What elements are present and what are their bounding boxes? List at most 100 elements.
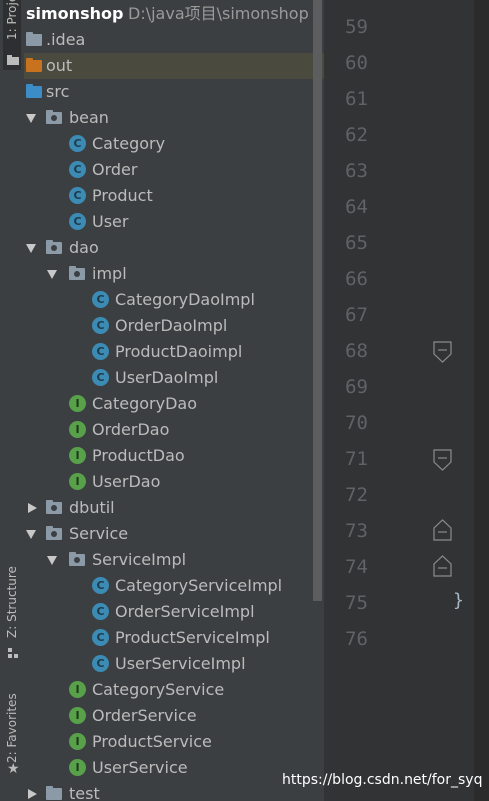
tree-label: dao xyxy=(69,238,99,257)
tree-row-class[interactable]: C OrderDaoImpl xyxy=(24,313,324,339)
tree-label: UserDaoImpl xyxy=(115,368,219,387)
code-closing-brace: } xyxy=(453,590,464,611)
class-icon: C xyxy=(92,577,109,594)
fold-end-icon[interactable] xyxy=(433,519,452,541)
tree-row-class[interactable]: C ProductServiceImpl xyxy=(24,625,324,651)
tree-row-interface[interactable]: I UserService xyxy=(24,755,324,781)
interface-icon: I xyxy=(69,681,86,698)
tree-row-class[interactable]: C ProductDaoimpl xyxy=(24,339,324,365)
tree-row-class[interactable]: C OrderServiceImpl xyxy=(24,599,324,625)
class-icon: C xyxy=(92,291,109,308)
fold-start-icon[interactable] xyxy=(433,341,452,363)
interface-icon: I xyxy=(69,421,86,438)
line-number: 67 xyxy=(345,304,368,326)
line-number: 62 xyxy=(345,124,368,146)
tree-row-project-root[interactable]: simonshop D:\java项目\simonshop xyxy=(24,1,324,27)
line-number: 63 xyxy=(345,160,368,182)
tree-label: ProductServiceImpl xyxy=(115,628,270,647)
chevron-right-icon[interactable] xyxy=(28,789,37,799)
tree-row-interface[interactable]: I ProductDao xyxy=(24,443,324,469)
chevron-down-icon[interactable] xyxy=(26,530,36,539)
tree-row-class[interactable]: C UserDaoImpl xyxy=(24,365,324,391)
tree-label: UserDao xyxy=(92,472,161,491)
tree-row-serviceimpl[interactable]: ServiceImpl xyxy=(24,547,324,573)
tab-structure[interactable]: Z: Structure xyxy=(3,560,21,660)
package-icon xyxy=(69,266,85,280)
chevron-down-icon[interactable] xyxy=(47,556,57,565)
tree-row-interface[interactable]: I CategoryDao xyxy=(24,391,324,417)
line-number: 75 xyxy=(345,592,368,614)
tree-label: UserServiceImpl xyxy=(115,654,246,673)
tree-label: .idea xyxy=(46,30,86,49)
tree-row-idea[interactable]: .idea xyxy=(24,27,324,53)
tree-row-interface[interactable]: I OrderService xyxy=(24,703,324,729)
tree-row-class[interactable]: C UserServiceImpl xyxy=(24,651,324,677)
chevron-down-icon[interactable] xyxy=(26,114,36,123)
tree-label: OrderServiceImpl xyxy=(115,602,255,621)
folder-icon xyxy=(26,32,42,46)
tree-row-interface[interactable]: I CategoryService xyxy=(24,677,324,703)
tree-row-service[interactable]: Service xyxy=(24,521,324,547)
tree-row-class[interactable]: C Order xyxy=(24,157,324,183)
interface-icon: I xyxy=(69,395,86,412)
tree-row-class[interactable]: C Product xyxy=(24,183,324,209)
chevron-down-icon[interactable] xyxy=(26,244,36,253)
package-icon xyxy=(46,110,62,124)
tree-label: ProductDao xyxy=(92,446,185,465)
project-name: simonshop xyxy=(26,4,124,23)
tab-project[interactable]: 1: Project xyxy=(3,0,21,70)
class-icon: C xyxy=(92,655,109,672)
tree-row-dao[interactable]: dao xyxy=(24,235,324,261)
line-number: 72 xyxy=(345,484,368,506)
tree-label: CategoryService xyxy=(92,680,225,699)
structure-icon xyxy=(7,644,19,658)
tree-label: test xyxy=(69,784,100,801)
tree-row-impl[interactable]: impl xyxy=(24,261,324,287)
watermark: https://blog.csdn.net/for_syq xyxy=(282,772,483,788)
fold-start-icon[interactable] xyxy=(433,449,452,471)
class-icon: C xyxy=(69,213,86,230)
tree-row-interface[interactable]: I OrderDao xyxy=(24,417,324,443)
tree-label: ProductService xyxy=(92,732,212,751)
chevron-down-icon[interactable] xyxy=(47,270,57,279)
class-icon: C xyxy=(92,603,109,620)
class-icon: C xyxy=(69,135,86,152)
tree-row-bean[interactable]: bean xyxy=(24,105,324,131)
tree-row-out[interactable]: out xyxy=(24,53,324,79)
tree-row-class[interactable]: C CategoryServiceImpl xyxy=(24,573,324,599)
tab-favorites[interactable]: 2: Favorites ★ xyxy=(3,685,21,785)
package-icon xyxy=(46,526,62,540)
tree-label: Order xyxy=(92,160,138,179)
tree-row-interface[interactable]: I ProductService xyxy=(24,729,324,755)
fold-end-icon[interactable] xyxy=(433,555,452,577)
excluded-folder-icon xyxy=(26,58,42,72)
class-icon: C xyxy=(92,343,109,360)
folder-icon xyxy=(46,786,62,800)
line-number: 61 xyxy=(345,88,368,110)
tree-label: OrderDao xyxy=(92,420,170,439)
tree-row-class[interactable]: C User xyxy=(24,209,324,235)
chevron-right-icon[interactable] xyxy=(28,503,37,513)
tree-label: ProductDaoimpl xyxy=(115,342,243,361)
class-icon: C xyxy=(92,629,109,646)
tree-row-interface[interactable]: I UserDao xyxy=(24,469,324,495)
editor-area[interactable] xyxy=(474,0,489,801)
package-icon xyxy=(46,240,62,254)
tree-label: ServiceImpl xyxy=(92,550,187,569)
package-icon xyxy=(46,500,62,514)
tree-row-class[interactable]: C Category xyxy=(24,131,324,157)
tree-row-test[interactable]: test xyxy=(24,781,324,801)
tree-row-class[interactable]: C CategoryDaoImpl xyxy=(24,287,324,313)
class-icon: C xyxy=(69,187,86,204)
star-icon: ★ xyxy=(7,761,20,777)
tree-row-src[interactable]: src xyxy=(24,79,324,105)
package-icon xyxy=(69,552,85,566)
tab-project-label: 1: Project xyxy=(5,0,19,40)
project-folder-icon xyxy=(7,50,19,65)
tab-favorites-label: 2: Favorites xyxy=(5,693,19,763)
line-number: 73 xyxy=(345,520,368,542)
line-number: 68 xyxy=(345,340,368,362)
tree-scrollbar[interactable] xyxy=(313,0,322,601)
tree-row-dbutil[interactable]: dbutil xyxy=(24,495,324,521)
line-number: 60 xyxy=(345,52,368,74)
